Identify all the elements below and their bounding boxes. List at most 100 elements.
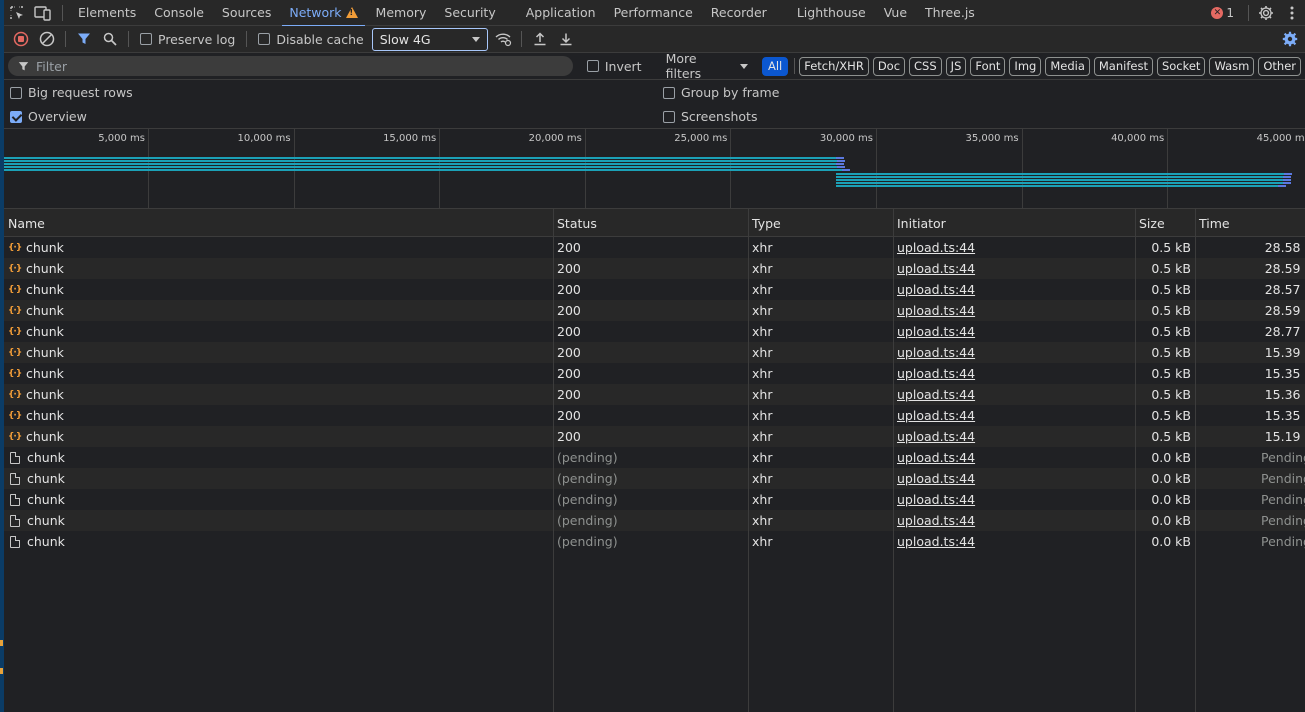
filter-chip-other[interactable]: Other — [1258, 56, 1301, 76]
initiator-link[interactable]: upload.ts:44 — [897, 321, 1133, 342]
request-name-cell[interactable]: {·} chunk — [8, 258, 548, 279]
request-name-cell[interactable]: {·} chunk — [8, 405, 548, 426]
throttling-select[interactable]: Slow 4G — [371, 27, 488, 51]
initiator-link-text[interactable]: upload.ts:44 — [897, 513, 975, 528]
request-name-cell[interactable]: {·} chunk — [8, 426, 548, 447]
settings-gear-icon[interactable] — [1253, 0, 1279, 26]
overview-timeline[interactable]: 5,000 ms 10,000 ms 15,000 ms 20,000 ms 25,00… — [4, 129, 1305, 209]
column-header-type[interactable]: Type — [748, 209, 893, 237]
initiator-link[interactable]: upload.ts:44 — [897, 342, 1133, 363]
filter-chip-media[interactable]: Media — [1045, 56, 1090, 76]
tab-security[interactable]: Security — [435, 0, 504, 26]
tab-application[interactable]: Application — [517, 0, 605, 26]
initiator-link[interactable]: upload.ts:44 — [897, 237, 1133, 258]
tab-lighthouse[interactable]: Lighthouse — [788, 0, 875, 26]
filter-chip-img[interactable]: Img — [1009, 56, 1042, 76]
filter-chip-css[interactable]: CSS — [909, 56, 942, 76]
initiator-link[interactable]: upload.ts:44 — [897, 468, 1133, 489]
request-name-cell[interactable]: {·} chunk — [8, 237, 548, 258]
screenshots-box[interactable] — [663, 110, 675, 123]
clear-log-icon[interactable] — [34, 26, 60, 52]
group-by-frame-checkbox[interactable]: Group by frame — [663, 85, 779, 100]
filter-chip-wasm[interactable]: Wasm — [1209, 56, 1255, 76]
preserve-log-box[interactable] — [140, 33, 152, 45]
table-row[interactable]: chunk (pending) xhr upload.ts:44 0.0 kB Pendi… — [4, 468, 1305, 489]
stop-recording-icon[interactable] — [8, 26, 34, 52]
device-toolbar-icon[interactable] — [30, 0, 56, 26]
request-name-cell[interactable]: chunk — [8, 531, 548, 552]
group-by-frame-box[interactable] — [663, 86, 675, 99]
invert-checkbox[interactable]: Invert — [581, 59, 648, 74]
initiator-link-text[interactable]: upload.ts:44 — [897, 387, 975, 402]
initiator-link-text[interactable]: upload.ts:44 — [897, 240, 975, 255]
initiator-link[interactable]: upload.ts:44 — [897, 510, 1133, 531]
column-header-time[interactable]: Time — [1195, 209, 1305, 237]
table-row[interactable]: {·} chunk 200 xhr upload.ts:44 0.5 kB 15.35 s — [4, 363, 1305, 384]
table-row[interactable]: {·} chunk 200 xhr upload.ts:44 0.5 kB 28.59 s — [4, 300, 1305, 321]
tab-network[interactable]: Network — [280, 0, 366, 27]
network-conditions-icon[interactable] — [490, 26, 516, 52]
tab-recorder[interactable]: Recorder — [702, 0, 776, 26]
tab-sources[interactable]: Sources — [213, 0, 280, 26]
request-name-cell[interactable]: chunk — [8, 489, 548, 510]
table-row[interactable]: chunk (pending) xhr upload.ts:44 0.0 kB Pendi… — [4, 510, 1305, 531]
disable-cache-checkbox[interactable]: Disable cache — [252, 32, 369, 47]
initiator-link-text[interactable]: upload.ts:44 — [897, 366, 975, 381]
filter-chip-manifest[interactable]: Manifest — [1093, 56, 1153, 76]
table-row[interactable]: chunk (pending) xhr upload.ts:44 0.0 kB Pendi… — [4, 489, 1305, 510]
tab-vue[interactable]: Vue — [875, 0, 916, 26]
initiator-link-text[interactable]: upload.ts:44 — [897, 282, 975, 297]
preserve-log-checkbox[interactable]: Preserve log — [134, 32, 241, 47]
request-name-cell[interactable]: {·} chunk — [8, 363, 548, 384]
initiator-link-text[interactable]: upload.ts:44 — [897, 408, 975, 423]
overview-box[interactable] — [10, 110, 22, 123]
search-icon[interactable] — [97, 26, 123, 52]
tab-console[interactable]: Console — [145, 0, 213, 26]
initiator-link[interactable]: upload.ts:44 — [897, 531, 1133, 552]
request-name-cell[interactable]: chunk — [8, 447, 548, 468]
filter-chip-socket[interactable]: Socket — [1156, 56, 1206, 76]
initiator-link[interactable]: upload.ts:44 — [897, 447, 1133, 468]
request-name-cell[interactable]: {·} chunk — [8, 321, 548, 342]
column-divider[interactable] — [553, 209, 554, 712]
table-row[interactable]: {·} chunk 200 xhr upload.ts:44 0.5 kB 28.59 s — [4, 258, 1305, 279]
initiator-link[interactable]: upload.ts:44 — [897, 405, 1133, 426]
inspect-element-icon[interactable] — [4, 0, 30, 26]
filter-chip-doc[interactable]: Doc — [872, 56, 906, 76]
table-row[interactable]: {·} chunk 200 xhr upload.ts:44 0.5 kB 15.19 s — [4, 426, 1305, 447]
request-name-cell[interactable]: {·} chunk — [8, 300, 548, 321]
filter-input[interactable]: Filter — [8, 56, 573, 76]
export-har-icon[interactable] — [553, 26, 579, 52]
column-divider[interactable] — [893, 209, 894, 712]
initiator-link[interactable]: upload.ts:44 — [897, 384, 1133, 405]
initiator-link[interactable]: upload.ts:44 — [897, 426, 1133, 447]
column-header-status[interactable]: Status — [553, 209, 748, 237]
tab-memory[interactable]: Memory — [367, 0, 436, 26]
column-divider[interactable] — [1135, 209, 1136, 712]
network-settings-gear-icon[interactable] — [1277, 26, 1303, 52]
column-divider[interactable] — [1195, 209, 1196, 712]
initiator-link[interactable]: upload.ts:44 — [897, 279, 1133, 300]
table-row[interactable]: {·} chunk 200 xhr upload.ts:44 0.5 kB 15.35 s — [4, 405, 1305, 426]
initiator-link-text[interactable]: upload.ts:44 — [897, 492, 975, 507]
column-header-initiator[interactable]: Initiator — [893, 209, 1135, 237]
invert-box[interactable] — [586, 60, 599, 72]
request-name-cell[interactable]: {·} chunk — [8, 342, 548, 363]
big-request-rows-box[interactable] — [10, 86, 22, 99]
error-counter[interactable]: ✕ 1 — [1211, 6, 1234, 20]
initiator-link-text[interactable]: upload.ts:44 — [897, 429, 975, 444]
column-header-name[interactable]: Name — [4, 209, 553, 237]
initiator-link[interactable]: upload.ts:44 — [897, 489, 1133, 510]
tab-performance[interactable]: Performance — [605, 0, 702, 26]
initiator-link-text[interactable]: upload.ts:44 — [897, 345, 975, 360]
column-divider[interactable] — [748, 209, 749, 712]
overview-checkbox[interactable]: Overview — [10, 109, 87, 124]
initiator-link-text[interactable]: upload.ts:44 — [897, 324, 975, 339]
initiator-link-text[interactable]: upload.ts:44 — [897, 303, 975, 318]
tab-elements[interactable]: Elements — [69, 0, 145, 26]
more-options-icon[interactable] — [1279, 0, 1305, 26]
table-row[interactable]: chunk (pending) xhr upload.ts:44 0.0 kB Pendi… — [4, 447, 1305, 468]
more-filters-dropdown[interactable]: More filters — [666, 51, 748, 81]
table-row[interactable]: {·} chunk 200 xhr upload.ts:44 0.5 kB 28.57 s — [4, 279, 1305, 300]
initiator-link-text[interactable]: upload.ts:44 — [897, 471, 975, 486]
